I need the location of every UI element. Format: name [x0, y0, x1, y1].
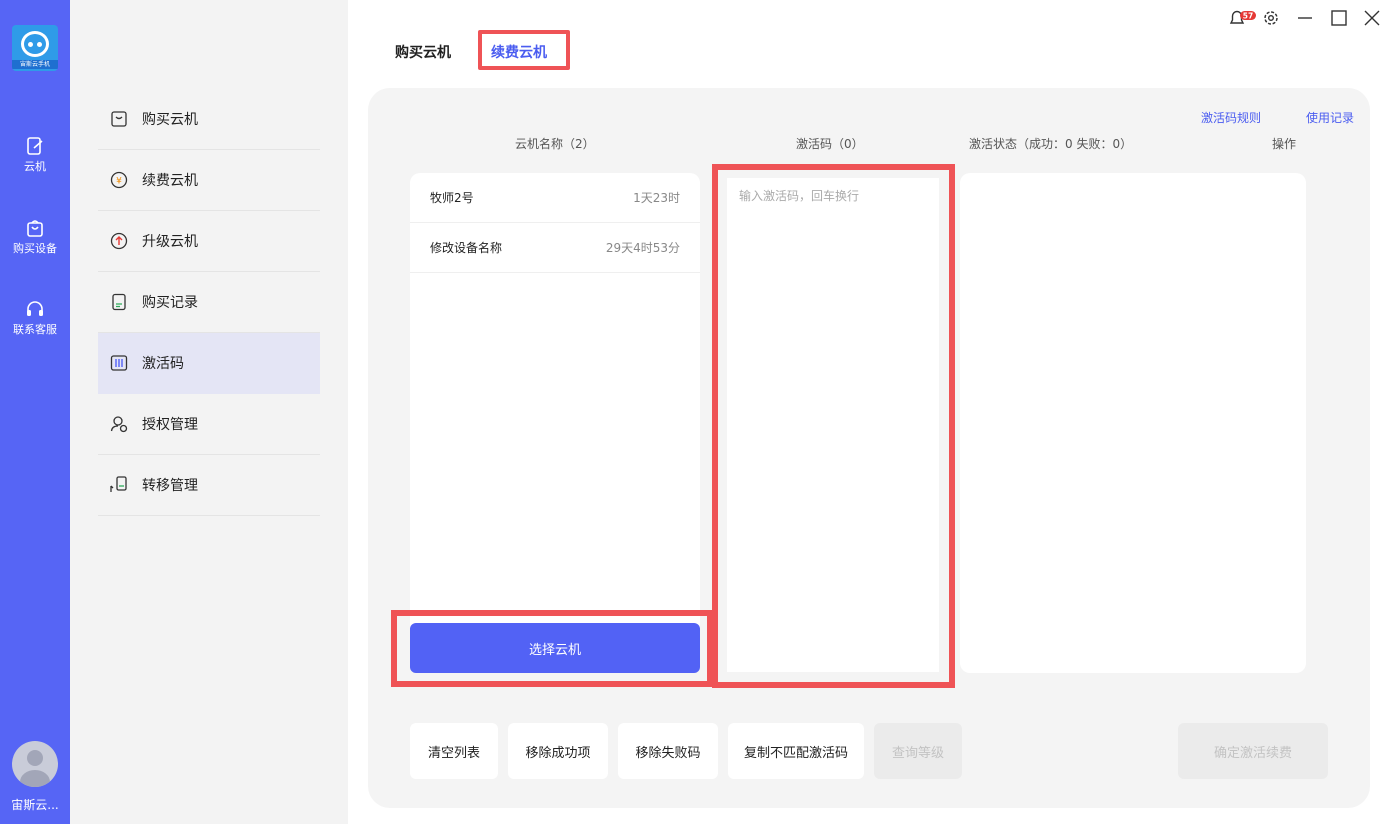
vm-name: 修改设备名称 [430, 241, 503, 255]
menu-item-label: 购买云机 [142, 112, 198, 128]
bell-icon[interactable]: 57 [1228, 8, 1258, 28]
status-list [960, 173, 1306, 673]
list-item[interactable]: 修改设备名称 29天4时53分 [410, 223, 700, 273]
remove-failed-button[interactable]: 移除失败码 [618, 723, 718, 779]
confirm-renew-button[interactable]: 确定激活续费 [1178, 723, 1328, 779]
app-rail: 宙斯云手机 云机 购买设备 联系客服 宙斯云... [0, 0, 70, 824]
menu-item-renew-cloud[interactable]: ¥ 续费云机 [98, 150, 320, 211]
rail-item-label: 购买设备 [13, 242, 57, 255]
rail-item-buy-device[interactable]: 购买设备 [0, 219, 70, 256]
highlight-box [712, 164, 955, 688]
menu-item-label: 转移管理 [142, 478, 198, 494]
avatar[interactable] [12, 741, 58, 787]
remove-success-button[interactable]: 移除成功项 [508, 723, 608, 779]
menu-item-transfer[interactable]: 转移管理 [98, 455, 320, 516]
upgrade-arrow-icon [110, 232, 128, 250]
shopping-bag-icon [111, 111, 127, 127]
menu-item-authorization[interactable]: 授权管理 [98, 394, 320, 455]
query-level-button[interactable]: 查询等级 [874, 723, 962, 779]
robot-icon [21, 31, 49, 57]
document-icon [112, 293, 126, 311]
minimize-icon[interactable] [1295, 8, 1317, 28]
menu-item-label: 激活码 [142, 356, 184, 372]
column-header-vm-name: 云机名称（2） [515, 137, 595, 151]
menu-item-upgrade-cloud[interactable]: 升级云机 [98, 211, 320, 272]
user-lock-icon [110, 416, 128, 433]
edit-phone-icon [27, 137, 43, 155]
column-header-status: 激活状态（成功：0 失败：0） [969, 137, 1133, 151]
maximize-icon[interactable] [1329, 8, 1351, 28]
menu-item-purchase-records[interactable]: 购买记录 [98, 272, 320, 333]
menu-item-activation-code[interactable]: 激活码 [98, 333, 320, 394]
highlight-box [391, 610, 713, 687]
barcode-icon [110, 355, 128, 371]
menu-item-label: 授权管理 [142, 417, 198, 433]
menu-item-label: 升级云机 [142, 234, 198, 250]
rail-item-label: 联系客服 [13, 323, 57, 336]
code-rules-link[interactable]: 激活码规则 [1201, 109, 1261, 126]
vm-name: 牧师2号 [430, 191, 474, 205]
logo-text: 宙斯云手机 [12, 60, 58, 69]
app-logo: 宙斯云手机 [12, 25, 58, 71]
yen-coin-icon: ¥ [110, 171, 128, 189]
menu-item-buy-cloud[interactable]: 购买云机 [98, 89, 320, 150]
side-menu: 购买云机 ¥ 续费云机 升级云机 购买记录 激活码 授权管理 转移管理 [70, 0, 348, 824]
menu-item-label: 续费云机 [142, 173, 198, 189]
copy-unmatched-button[interactable]: 复制不匹配激活码 [728, 723, 864, 779]
headset-icon [27, 301, 43, 316]
transfer-phone-icon [110, 476, 127, 492]
column-header-action: 操作 [1272, 137, 1297, 151]
usage-log-link[interactable]: 使用记录 [1306, 109, 1354, 126]
menu-item-label: 购买记录 [142, 295, 198, 311]
vm-remaining-time: 29天4时53分 [605, 241, 680, 255]
svg-text:¥: ¥ [116, 177, 122, 187]
clear-list-button[interactable]: 清空列表 [410, 723, 498, 779]
shopping-bag-icon [27, 220, 43, 237]
tab-buy-cloud[interactable]: 购买云机 [395, 42, 451, 62]
rail-item-cloud[interactable]: 云机 [0, 137, 70, 174]
close-icon[interactable] [1362, 8, 1384, 28]
list-item[interactable]: 牧师2号 1天23时 [410, 173, 700, 223]
highlight-box [478, 30, 570, 70]
notification-count: 57 [1243, 12, 1253, 21]
rail-item-support[interactable]: 联系客服 [0, 300, 70, 337]
rail-item-label: 云机 [24, 160, 46, 173]
column-header-code: 激活码（0） [796, 137, 864, 151]
user-name[interactable]: 宙斯云... [0, 796, 70, 813]
gear-icon[interactable] [1262, 8, 1284, 28]
vm-remaining-time: 1天23时 [633, 191, 680, 205]
